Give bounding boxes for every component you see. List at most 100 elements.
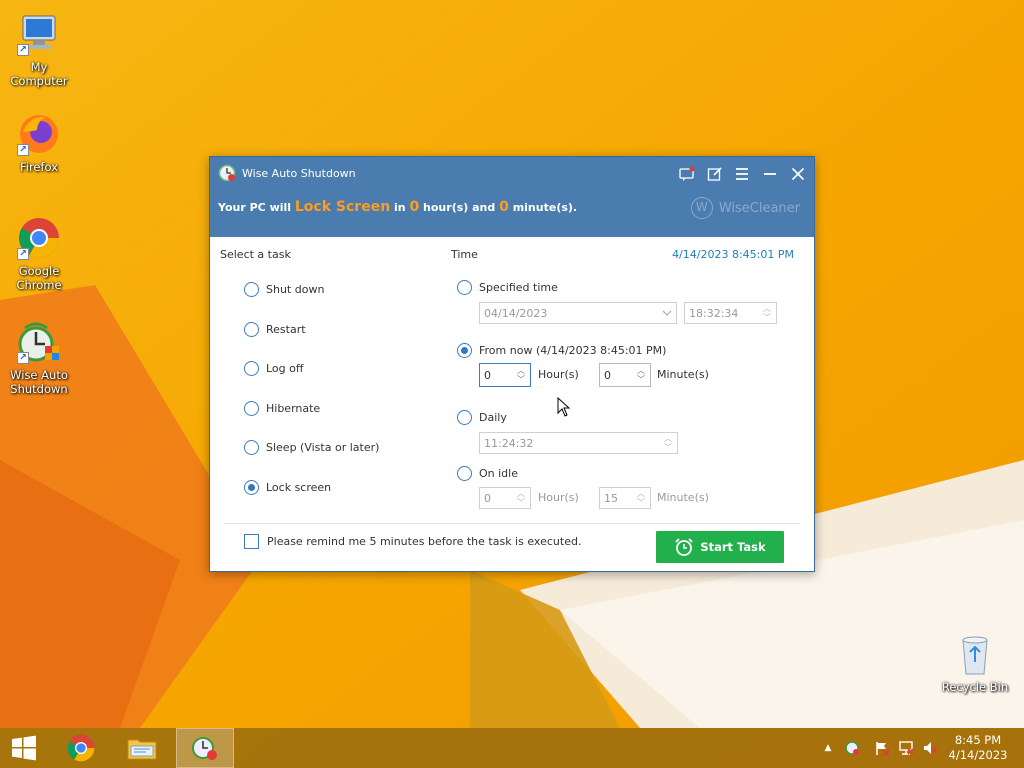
folder-icon	[127, 739, 157, 760]
chevron-down-icon[interactable]: ﹀	[636, 375, 646, 384]
time-option-on-idle[interactable]: On idle	[457, 466, 518, 481]
start-button[interactable]	[0, 728, 48, 768]
status-hours: 0	[409, 199, 420, 215]
task-restart[interactable]: Restart	[244, 322, 306, 337]
time-label: Time	[451, 248, 478, 261]
title-bar[interactable]: Wise Auto Shutdown Your PC will Lock Scr…	[210, 157, 814, 237]
chevron-up-icon[interactable]: ︿	[516, 366, 526, 375]
current-datetime: 4/14/2023 8:45:01 PM	[672, 248, 794, 261]
app-logo-icon	[218, 164, 236, 182]
radio-button-selected[interactable]	[457, 343, 472, 358]
radio-button[interactable]	[244, 322, 259, 337]
chevron-down-icon	[662, 310, 672, 316]
radio-button-selected[interactable]	[244, 480, 259, 495]
hours-unit-label: Hour(s)	[538, 368, 579, 381]
hours-spinner[interactable]: ︿ ﹀	[516, 364, 526, 386]
wise-auto-shutdown-window: Wise Auto Shutdown Your PC will Lock Scr…	[209, 156, 815, 572]
chevron-down-icon[interactable]: ﹀	[762, 313, 772, 322]
time-option-daily[interactable]: Daily	[457, 410, 507, 425]
status-action: Lock Screen	[294, 199, 391, 215]
radio-button[interactable]	[457, 466, 472, 481]
show-hidden-icons-button[interactable]: ▲	[820, 740, 836, 756]
desktop-icon-google-chrome[interactable]: ↗ Google Chrome	[1, 214, 77, 292]
feedback-button[interactable]	[676, 163, 698, 185]
daily-time-input[interactable]: 11:24:32 ︿ ﹀	[479, 432, 678, 454]
minutes-spinner[interactable]: ︿ ﹀	[636, 488, 646, 508]
radio-button[interactable]	[244, 282, 259, 297]
radio-button[interactable]	[457, 410, 472, 425]
minimize-button[interactable]	[759, 163, 781, 185]
chevron-up-icon[interactable]: ︿	[636, 489, 646, 498]
network-icon[interactable]	[898, 740, 914, 756]
wise-auto-shutdown-icon: ↗	[15, 318, 63, 366]
radio-button[interactable]	[457, 280, 472, 295]
idle-minutes-input[interactable]: 15 ︿ ﹀	[599, 487, 651, 509]
shutdown-status-text: Your PC will Lock Screen in 0 hour(s) an…	[218, 199, 578, 215]
task-hibernate[interactable]: Hibernate	[244, 401, 320, 416]
start-task-button[interactable]: Start Task	[656, 531, 784, 563]
radio-button[interactable]	[244, 440, 259, 455]
volume-muted-icon[interactable]	[922, 740, 938, 756]
action-center-flag-icon[interactable]	[874, 740, 890, 756]
hamburger-menu-icon	[736, 168, 748, 180]
task-sleep[interactable]: Sleep (Vista or later)	[244, 440, 379, 455]
close-button[interactable]	[787, 163, 809, 185]
radio-button[interactable]	[244, 401, 259, 416]
wisecleaner-brand: W WiseCleaner	[690, 197, 800, 219]
idle-hours-unit-label: Hour(s)	[538, 491, 579, 504]
recycle-bin-icon	[951, 630, 999, 678]
edit-button[interactable]	[704, 163, 726, 185]
remind-option[interactable]: Please remind me 5 minutes before the ta…	[244, 534, 581, 549]
desktop-icon-firefox[interactable]: ↗ Firefox	[1, 110, 77, 174]
minutes-unit-label: Minute(s)	[657, 368, 709, 381]
desktop-icon-my-computer[interactable]: ↗ My Computer	[1, 10, 77, 88]
taskbar: ▲ 8:45 PM 4/14/2023	[0, 728, 1024, 768]
chevron-down-icon[interactable]: ﹀	[636, 498, 646, 507]
window-title: Wise Auto Shutdown	[242, 167, 356, 180]
chevron-up-icon[interactable]: ︿	[636, 366, 646, 375]
task-shut-down[interactable]: Shut down	[244, 282, 324, 297]
chevron-up-icon[interactable]: ︿	[516, 489, 526, 498]
chevron-down-icon[interactable]: ﹀	[516, 498, 526, 507]
specified-time-input[interactable]: 18:32:34 ︿ ﹀	[684, 302, 777, 324]
time-spinner[interactable]: ︿ ﹀	[663, 433, 673, 453]
taskbar-chrome[interactable]	[54, 728, 108, 768]
remind-checkbox[interactable]	[244, 534, 259, 549]
desktop-icon-label: Google Chrome	[16, 264, 62, 292]
edit-icon	[707, 167, 722, 181]
taskbar-file-explorer[interactable]	[115, 728, 169, 768]
chevron-down-icon[interactable]: ﹀	[663, 443, 673, 452]
from-now-minutes-input[interactable]: 0 ︿ ﹀	[599, 363, 651, 387]
chevron-up-icon[interactable]: ︿	[762, 304, 772, 313]
shortcut-arrow-icon: ↗	[17, 352, 29, 364]
computer-icon: ↗	[15, 10, 63, 58]
mouse-cursor-icon	[557, 397, 571, 417]
time-option-from-now[interactable]: From now (4/14/2023 8:45:01 PM)	[457, 343, 666, 358]
chevron-down-icon[interactable]: ﹀	[516, 375, 526, 384]
minimize-icon	[764, 173, 776, 175]
shortcut-arrow-icon: ↗	[17, 44, 29, 56]
task-lock-screen[interactable]: Lock screen	[244, 480, 331, 495]
windows-logo-icon	[12, 735, 36, 761]
chevron-up-icon[interactable]: ︿	[663, 434, 673, 443]
radio-button[interactable]	[244, 361, 259, 376]
clock-date: 4/14/2023	[948, 748, 1008, 762]
desktop-icon-recycle-bin[interactable]: Recycle Bin	[937, 630, 1013, 694]
time-spinner[interactable]: ︿ ﹀	[762, 303, 772, 323]
taskbar-clock[interactable]: 8:45 PM 4/14/2023	[948, 733, 1008, 763]
from-now-hours-input[interactable]: 0 ︿ ﹀	[479, 363, 531, 387]
time-option-specified[interactable]: Specified time	[457, 280, 558, 295]
hours-spinner[interactable]: ︿ ﹀	[516, 488, 526, 508]
desktop-icon-label: Firefox	[19, 160, 59, 174]
shortcut-arrow-icon: ↗	[17, 144, 29, 156]
task-log-off[interactable]: Log off	[244, 361, 303, 376]
chrome-icon: ↗	[15, 214, 63, 262]
idle-hours-input[interactable]: 0 ︿ ﹀	[479, 487, 531, 509]
menu-button[interactable]	[731, 163, 753, 185]
taskbar-wise-auto-shutdown[interactable]	[176, 728, 234, 768]
specified-date-picker[interactable]: 04/14/2023	[479, 302, 677, 324]
minutes-spinner[interactable]: ︿ ﹀	[636, 364, 646, 386]
wise-tray-icon[interactable]	[844, 740, 860, 756]
desktop-icon-wise-auto-shutdown[interactable]: ↗ Wise Auto Shutdown	[1, 318, 77, 396]
wisecleaner-logo-icon: W	[690, 197, 713, 219]
